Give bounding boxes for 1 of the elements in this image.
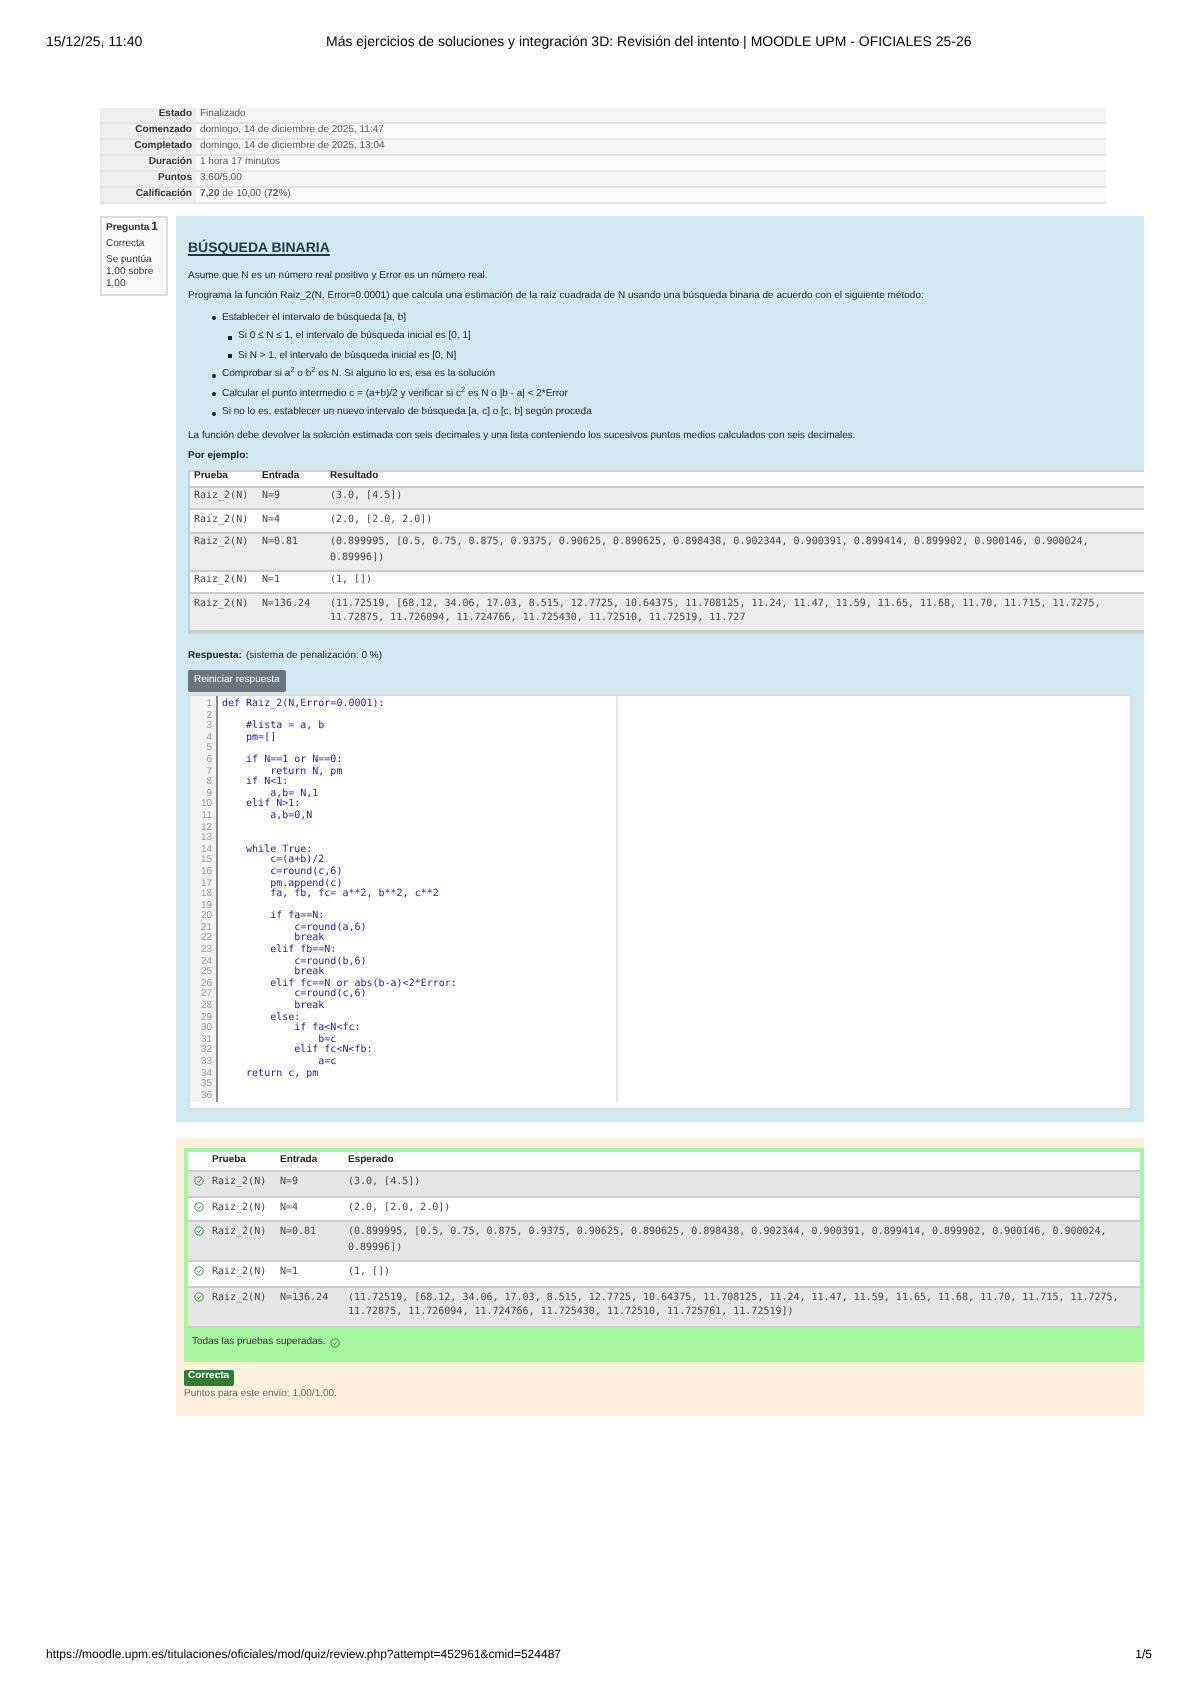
code-editor[interactable] [188, 694, 1132, 1111]
